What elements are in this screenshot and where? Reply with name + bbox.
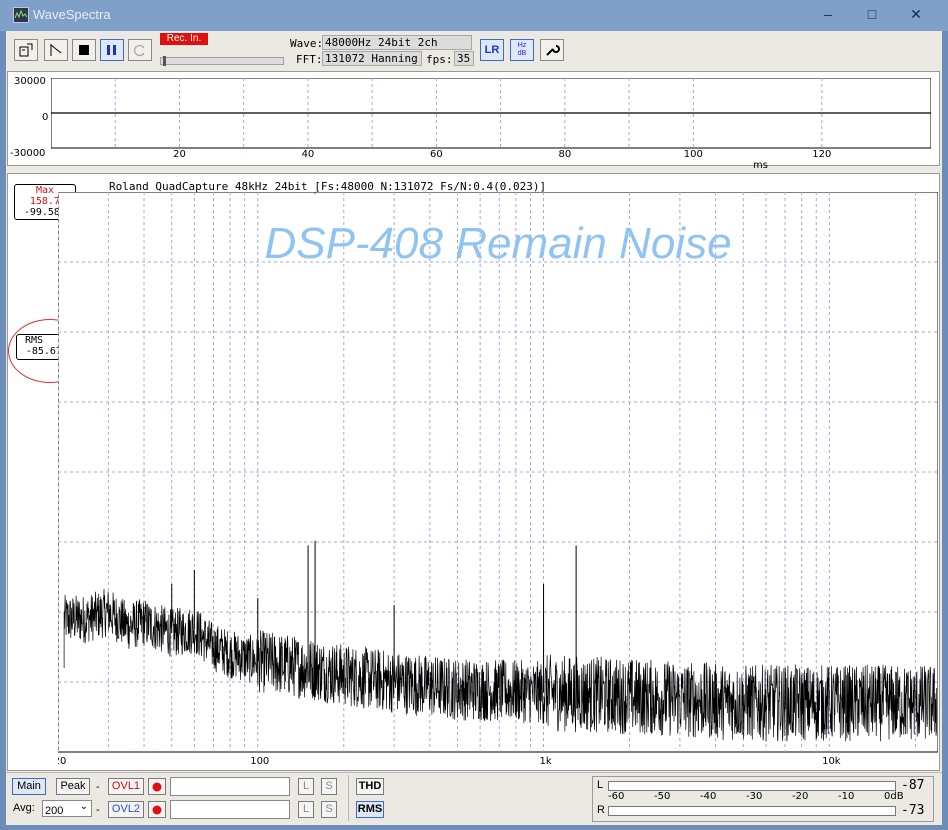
dash-1: - [96,781,100,793]
meter-tick: -60 [608,791,625,802]
record-dot-icon [152,782,162,792]
spectrum-x-tick: 10k [822,756,841,767]
wave-x-tick: 20 [173,149,186,158]
meter-scale: -60 -50 -40 -30 -20 -10 0dB [608,791,904,805]
thd-button[interactable]: THD [356,778,384,795]
avg-select[interactable]: 200 ⌄ [42,800,92,817]
ovl1-save-button[interactable]: S [321,778,337,795]
level-meter: L R -60 -50 -40 -30 -20 -10 0dB -87 -73 [592,776,934,822]
waveform-panel: 30000 0 -30000 20 40 60 80 100 120 ms [7,71,940,171]
wave-y-tick: 0 [42,112,49,123]
rec-input-badge: Rec. In. [160,33,208,45]
main-button[interactable]: Main [12,778,46,795]
trigger-button[interactable] [44,39,68,61]
meter-r-value: -73 [901,803,925,818]
record-button[interactable] [128,39,152,61]
fps-label: fps: [426,53,453,66]
peak-button[interactable]: Peak [56,778,90,795]
input-select-button[interactable] [14,39,38,61]
lr-icon: LR [484,44,500,56]
avg-value: 200 [45,805,64,817]
trigger-icon [50,44,62,56]
input-level-slider[interactable] [160,56,284,66]
meter-tick: -20 [792,791,809,802]
meter-tick: -40 [700,791,717,802]
settings-button[interactable] [540,39,564,61]
spectrum-x-tick: 1k [539,756,551,767]
meter-r-label: R [597,804,605,816]
wave-label: Wave: [290,37,324,50]
wave-x-tick: 100 [684,149,703,158]
wrench-icon [546,45,560,56]
meter-l-value: -87 [901,778,925,793]
window-title: WaveSpectra [33,7,111,22]
ovl2-name-field[interactable] [170,800,290,819]
wave-x-tick: 120 [812,149,831,158]
avg-label: Avg: [13,802,35,814]
app-window: WaveSpectra – □ ✕ Rec. In. Wave: 48000Hz… [0,0,948,830]
wave-x-tick: 60 [430,149,443,158]
waveform-plot[interactable]: 20 40 60 80 100 120 [51,78,931,158]
pause-icon [107,45,116,55]
app-icon [13,7,29,23]
close-button[interactable]: ✕ [896,2,936,26]
ovl1-button[interactable]: OVL1 [108,778,144,795]
spectrum-overlay-title: DSP-408 Remain Noise [264,219,731,268]
wave-y-tick: -30000 [10,148,46,159]
wave-x-tick: 40 [302,149,315,158]
hz-label: Hz [517,42,527,49]
wave-unit-label: ms [753,160,768,171]
device-icon [19,43,33,57]
divider [348,775,349,821]
ovl2-load-button[interactable]: L [298,801,314,818]
ovl1-name-field[interactable] [170,777,290,796]
rms-button[interactable]: RMS [356,801,384,818]
meter-tick: -50 [654,791,671,802]
meter-tick: -10 [838,791,855,802]
client-area: Rec. In. Wave: 48000Hz 24bit 2ch FFT: 13… [6,31,942,825]
slider-thumb[interactable] [163,56,166,66]
wave-x-tick: 80 [559,149,572,158]
spectrum-panel: Roland QuadCapture 48kHz 24bit [Fs:48000… [7,173,940,771]
fft-label: FFT: [296,53,323,66]
record-dot-icon [152,805,162,815]
dash-2: - [96,804,100,816]
fps-field: 35 [454,51,474,66]
ovl2-record-button[interactable] [148,801,166,818]
ovl2-button[interactable]: OVL2 [108,801,144,818]
stop-button[interactable] [72,39,96,61]
fft-setting-field: 131072 Hanning [322,51,422,66]
meter-l-bar [608,781,896,791]
ovl1-load-button[interactable]: L [298,778,314,795]
maximize-button[interactable]: □ [852,2,892,26]
minimize-button[interactable]: – [808,2,848,26]
meter-tick: -30 [746,791,763,802]
meter-r-bar [608,806,896,816]
ovl2-save-button[interactable]: S [321,801,337,818]
spectrum-x-tick: 100 [250,756,269,767]
channel-lr-button[interactable]: LR [480,39,504,61]
stop-icon [79,45,89,55]
ovl1-record-button[interactable] [148,778,166,795]
bottom-bar: Main Peak Avg: 200 ⌄ - - OVL1 OVL2 L S L… [6,772,942,825]
db-label: dB [517,50,527,57]
hz-db-scale-button[interactable]: Hz dB [510,39,534,61]
meter-l-label: L [597,779,604,791]
wave-format-field: 48000Hz 24bit 2ch [322,35,472,50]
wave-y-tick: 30000 [14,76,46,87]
refresh-icon [134,44,145,57]
chevron-down-icon: ⌄ [79,801,88,812]
spectrum-x-tick: 20 [58,756,66,767]
spectrum-plot[interactable]: 0dB-20-40-60-80-100-120-140-160201001k10… [58,192,938,767]
title-bar[interactable]: WaveSpectra – □ ✕ [0,0,948,31]
pause-button[interactable] [100,39,124,61]
